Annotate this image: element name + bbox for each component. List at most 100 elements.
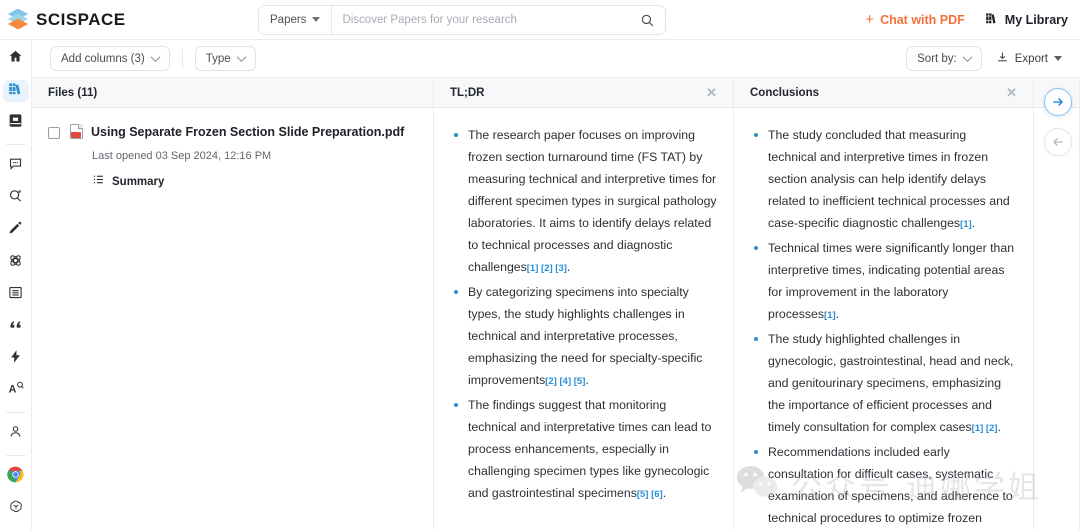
sidebar-item-library[interactable] (3, 80, 29, 102)
brand-name: SCISPACE (36, 10, 126, 30)
sidebar-item-home[interactable] (3, 48, 29, 70)
close-icon[interactable]: ✕ (706, 86, 717, 99)
search-icon[interactable] (629, 13, 665, 27)
sidebar-item-literature-review[interactable] (3, 187, 29, 209)
next-column-button[interactable] (1044, 88, 1072, 116)
sidebar-item-chrome-extension[interactable] (3, 466, 29, 488)
list-item: The findings suggest that monitoring tec… (450, 394, 717, 506)
sidebar-divider (6, 144, 26, 145)
list-item: Technical times were significantly longe… (750, 237, 1017, 327)
books-icon (985, 11, 999, 28)
sidebar-item-notebook[interactable] (3, 112, 29, 134)
search-input[interactable] (332, 6, 629, 34)
search-bar: Papers (258, 5, 666, 35)
summary-button[interactable]: Summary (92, 173, 404, 191)
sidebar-item-profile[interactable] (3, 423, 29, 445)
citation-link[interactable]: [5] (571, 376, 585, 387)
chat-with-pdf-label: Chat with PDF (880, 13, 965, 27)
scispace-app: SCISPACE Papers + Chat with PDF (0, 0, 1080, 530)
tldr-bullet-list: The research paper focuses on improving … (450, 124, 717, 506)
column-body-spacer (1034, 108, 1079, 530)
prev-column-button[interactable] (1044, 128, 1072, 156)
citation-link[interactable]: [5] (637, 489, 649, 500)
list-item: Recommendations included early consultat… (750, 441, 1017, 530)
sidebar-divider-2 (6, 412, 26, 413)
file-last-opened: Last opened 03 Sep 2024, 12:16 PM (92, 150, 404, 162)
search-scope-dropdown[interactable]: Papers (259, 6, 332, 34)
books-icon (8, 81, 23, 101)
my-library-button[interactable]: My Library (985, 11, 1068, 28)
list-icon (8, 285, 23, 305)
citation-link[interactable]: [2] (538, 263, 552, 274)
top-right-actions: + Chat with PDF My Library (865, 11, 1080, 28)
my-library-label: My Library (1005, 13, 1068, 27)
chevron-down-icon (312, 17, 320, 22)
download-icon (996, 51, 1009, 67)
citation-link[interactable]: [2] (983, 423, 997, 434)
sidebar-item-paraphraser[interactable] (3, 219, 29, 241)
sidebar-item-extract-data[interactable] (3, 252, 29, 274)
column-conclusions: Conclusions ✕ The study concluded that m… (734, 78, 1034, 530)
content-area: Add columns (3) Type Sort by: (32, 40, 1080, 530)
export-label: Export (1015, 53, 1048, 65)
column-body-conclusions: The study concluded that measuring techn… (734, 108, 1033, 530)
papers-table: Files (11) Using Separate Frozen Section (32, 78, 1080, 530)
table-toolbar: Add columns (3) Type Sort by: (32, 40, 1080, 78)
type-label: Type (206, 53, 231, 65)
sidebar-item-ai-writer[interactable] (3, 348, 29, 370)
column-header-conclusions: Conclusions ✕ (734, 78, 1033, 108)
brand[interactable]: SCISPACE (0, 9, 250, 31)
file-title[interactable]: Using Separate Frozen Section Slide Prep… (91, 125, 404, 139)
search-scope-label: Papers (270, 14, 306, 26)
arrow-left-icon (1051, 135, 1065, 149)
citation-link[interactable]: [1] (960, 219, 972, 230)
book-icon (8, 113, 23, 133)
export-button[interactable]: Export (996, 51, 1062, 67)
sidebar-item-ai-detector[interactable]: A (3, 380, 29, 402)
body: A (0, 40, 1080, 530)
type-filter-button[interactable]: Type (195, 46, 256, 71)
list-item: The research paper focuses on improving … (450, 124, 717, 280)
add-columns-label: Add columns (3) (61, 53, 145, 65)
conclusions-bullet-list: The study concluded that measuring techn… (750, 124, 1017, 530)
citation-link[interactable]: [3] (553, 263, 567, 274)
sidebar-item-citation[interactable] (3, 316, 29, 338)
openai-icon (8, 499, 24, 520)
molecule-icon (8, 253, 23, 273)
sidebar-item-openai[interactable] (3, 498, 29, 520)
svg-text:A: A (8, 384, 16, 396)
file-title-row[interactable]: Using Separate Frozen Section Slide Prep… (70, 124, 404, 139)
chat-bubble-icon (8, 156, 23, 176)
toolbar-divider (182, 49, 183, 69)
chat-with-pdf-button[interactable]: + Chat with PDF (865, 12, 964, 27)
citation-link[interactable]: [4] (557, 376, 571, 387)
citation-link[interactable]: [1] (972, 423, 984, 434)
citation-link[interactable]: [1] (824, 310, 836, 321)
home-icon (8, 49, 23, 69)
sidebar-item-chat[interactable] (3, 155, 29, 177)
sidebar-item-outline[interactable] (3, 284, 29, 306)
sort-by-button[interactable]: Sort by: (906, 46, 982, 71)
column-header-files: Files (11) (32, 78, 433, 108)
column-body-files: Using Separate Frozen Section Slide Prep… (32, 108, 433, 530)
column-header-tldr: TL;DR ✕ (434, 78, 733, 108)
column-header-label: Conclusions (750, 87, 819, 99)
list-item: The study highlighted challenges in gyne… (750, 328, 1017, 440)
citation-link[interactable]: [2] (545, 376, 557, 387)
chevron-down-icon (150, 52, 160, 62)
citation-link[interactable]: [6] (648, 489, 662, 500)
column-body-tldr: The research paper focuses on improving … (434, 108, 733, 530)
left-sidebar: A (0, 40, 32, 530)
pdf-file-icon (70, 124, 83, 139)
table-row: Using Separate Frozen Section Slide Prep… (48, 124, 417, 191)
column-files: Files (11) Using Separate Frozen Section (32, 78, 434, 530)
citation-link[interactable]: [1] (527, 263, 539, 274)
row-checkbox[interactable] (48, 127, 60, 139)
column-header-label: TL;DR (450, 87, 485, 99)
caret-down-icon (1054, 56, 1062, 61)
column-tldr: TL;DR ✕ The research paper focuses on im… (434, 78, 734, 530)
list-item: The study concluded that measuring techn… (750, 124, 1017, 236)
chevron-down-icon (962, 52, 972, 62)
close-icon[interactable]: ✕ (1006, 86, 1017, 99)
add-columns-button[interactable]: Add columns (3) (50, 46, 170, 71)
